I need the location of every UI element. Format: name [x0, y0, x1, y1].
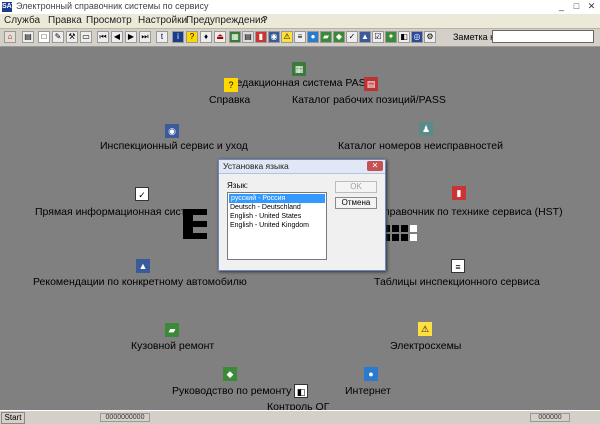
cancel-button[interactable]: Отмена — [335, 197, 377, 209]
title-bar: SAT Электронный справочник системы по се… — [0, 0, 600, 15]
language-dialog: Установка языка ✕ Язык: русский - Россия… — [218, 159, 386, 271]
info-icon[interactable]: i — [172, 31, 184, 43]
menu-help[interactable]: ? — [262, 15, 268, 26]
network-icon[interactable]: ◎ — [411, 31, 423, 43]
recommend-link[interactable]: Рекомендации по конкретному автомобилю — [33, 276, 247, 288]
menu-warnings[interactable]: Предупреждения — [186, 15, 266, 26]
app-logo-icon: SAT — [2, 2, 16, 12]
text-icon[interactable]: t — [156, 31, 168, 43]
tables-icon[interactable]: ≡ — [451, 259, 465, 273]
globe-icon[interactable]: ● — [364, 367, 378, 381]
help-icon[interactable]: ? — [186, 31, 198, 43]
new-document-icon[interactable]: □ — [38, 31, 50, 43]
repair-icon[interactable]: ◆ — [333, 31, 345, 43]
vehicle-icon[interactable]: ▲ — [136, 259, 150, 273]
tables-icon[interactable]: ≡ — [294, 31, 306, 43]
language-list[interactable]: русский - Россия Deutsch - Deutschland E… — [227, 192, 327, 260]
menu-edit[interactable]: Правка — [48, 15, 82, 26]
language-label: Язык: — [227, 181, 248, 190]
car-icon[interactable]: ▭ — [80, 31, 92, 43]
globe-icon[interactable]: ● — [307, 31, 319, 43]
help-icon[interactable]: ? — [224, 78, 238, 92]
diagnostics-icon[interactable]: ⚙ — [424, 31, 436, 43]
hst-link[interactable]: правочник по технике сервиса (HST) — [384, 206, 563, 218]
hst-book-icon[interactable]: ▮ — [255, 31, 267, 43]
catalog-link[interactable]: Каталог рабочих позиций/PASS — [292, 94, 446, 106]
pass-icon[interactable]: ▦ — [229, 31, 241, 43]
help-link[interactable]: Справка — [209, 94, 250, 106]
window-title: Электронный справочник системы по сервис… — [16, 1, 209, 11]
dialog-close-button[interactable]: ✕ — [367, 161, 383, 171]
status-field: 000000 — [530, 413, 570, 422]
faults-icon[interactable]: ♟ — [419, 122, 433, 136]
big-letter-graphic — [183, 209, 207, 239]
menu-service[interactable]: Служба — [4, 15, 40, 26]
menu-view[interactable]: Просмотр — [86, 15, 132, 26]
repair-link[interactable]: Руководство по ремонту — [172, 385, 291, 397]
next-page-icon[interactable]: ▶ — [125, 31, 137, 43]
faults-link[interactable]: Каталог номеров неисправностей — [338, 140, 503, 152]
inspection-icon[interactable]: ◉ — [268, 31, 280, 43]
language-option[interactable]: русский - Россия — [229, 194, 325, 203]
minimize-button[interactable]: _ — [555, 1, 568, 12]
last-page-icon[interactable]: ⏭ — [139, 31, 151, 43]
loading-grid — [383, 225, 417, 241]
toolbar: ⌂ ▤ □ ✎ ⚒ ▭ ⏮ ◀ ▶ ⏭ t i ? ♦ ⏏ ▦ ▤ ▮ ◉ ⚠ … — [0, 29, 600, 47]
vehicle-icon[interactable]: ▲ — [359, 31, 371, 43]
inspection-link[interactable]: Инспекционный сервис и уход — [100, 140, 248, 152]
previous-page-icon[interactable]: ◀ — [111, 31, 123, 43]
direct-info-icon[interactable]: ✓ — [135, 187, 149, 201]
menu-settings[interactable]: Настройки — [138, 15, 187, 26]
exit-icon[interactable]: ⏏ — [214, 31, 226, 43]
exhaust-icon[interactable]: ◧ — [398, 31, 410, 43]
catalog-icon[interactable]: ▤ — [242, 31, 254, 43]
print-icon[interactable]: ▤ — [22, 31, 34, 43]
pass-icon[interactable]: ▦ — [292, 62, 306, 76]
repair-icon[interactable]: ◆ — [223, 367, 237, 381]
status-field: 0000000000 — [100, 413, 150, 422]
elec-link[interactable]: Электросхемы — [390, 340, 461, 352]
order-note-input[interactable] — [492, 30, 594, 43]
catalog-icon[interactable]: ▤ — [364, 77, 378, 91]
warning-icon[interactable]: ⚠ — [418, 322, 432, 336]
window-controls: _ □ ✕ — [555, 1, 598, 12]
ok-button[interactable]: OK — [335, 181, 377, 193]
start-button[interactable]: Start — [1, 412, 25, 424]
warning-icon[interactable]: ⚠ — [281, 31, 293, 43]
internet-link[interactable]: Интернет — [345, 385, 391, 397]
exhaust-icon[interactable]: ◧ — [294, 384, 308, 398]
first-page-icon[interactable]: ⏮ — [97, 31, 109, 43]
hst-book-icon[interactable]: ▮ — [452, 186, 466, 200]
body-repair-link[interactable]: Кузовной ремонт — [131, 340, 214, 352]
direct-info-icon[interactable]: ✓ — [346, 31, 358, 43]
menu-bar: Служба Правка Просмотр Настройки Предупр… — [0, 14, 600, 29]
dialog-title-bar: Установка языка ✕ — [219, 160, 385, 174]
tag-icon[interactable]: ♦ — [200, 31, 212, 43]
direct-info-link[interactable]: Прямая информационная систем — [35, 206, 199, 218]
maximize-button[interactable]: □ — [570, 1, 583, 12]
tables-link[interactable]: Таблицы инспекционного сервиса — [374, 276, 540, 288]
dialog-title: Установка языка — [223, 161, 289, 171]
language-option[interactable]: Deutsch - Deutschland — [228, 203, 326, 212]
tools-icon[interactable]: ⚒ — [66, 31, 78, 43]
pass-link[interactable]: Редакционная система PASS — [230, 77, 373, 89]
edit-icon[interactable]: ✎ — [52, 31, 64, 43]
close-button[interactable]: ✕ — [585, 1, 598, 12]
language-option[interactable]: English - United Kingdom — [228, 221, 326, 230]
tool-icon[interactable]: ✦ — [385, 31, 397, 43]
body-repair-icon[interactable]: ▰ — [320, 31, 332, 43]
home-icon[interactable]: ⌂ — [4, 31, 16, 43]
taskbar: Start 0000000000 000000 — [0, 410, 600, 424]
body-repair-icon[interactable]: ▰ — [165, 323, 179, 337]
checklist-icon[interactable]: ☑ — [372, 31, 384, 43]
language-option[interactable]: English - United States — [228, 212, 326, 221]
inspection-icon[interactable]: ◉ — [165, 124, 179, 138]
